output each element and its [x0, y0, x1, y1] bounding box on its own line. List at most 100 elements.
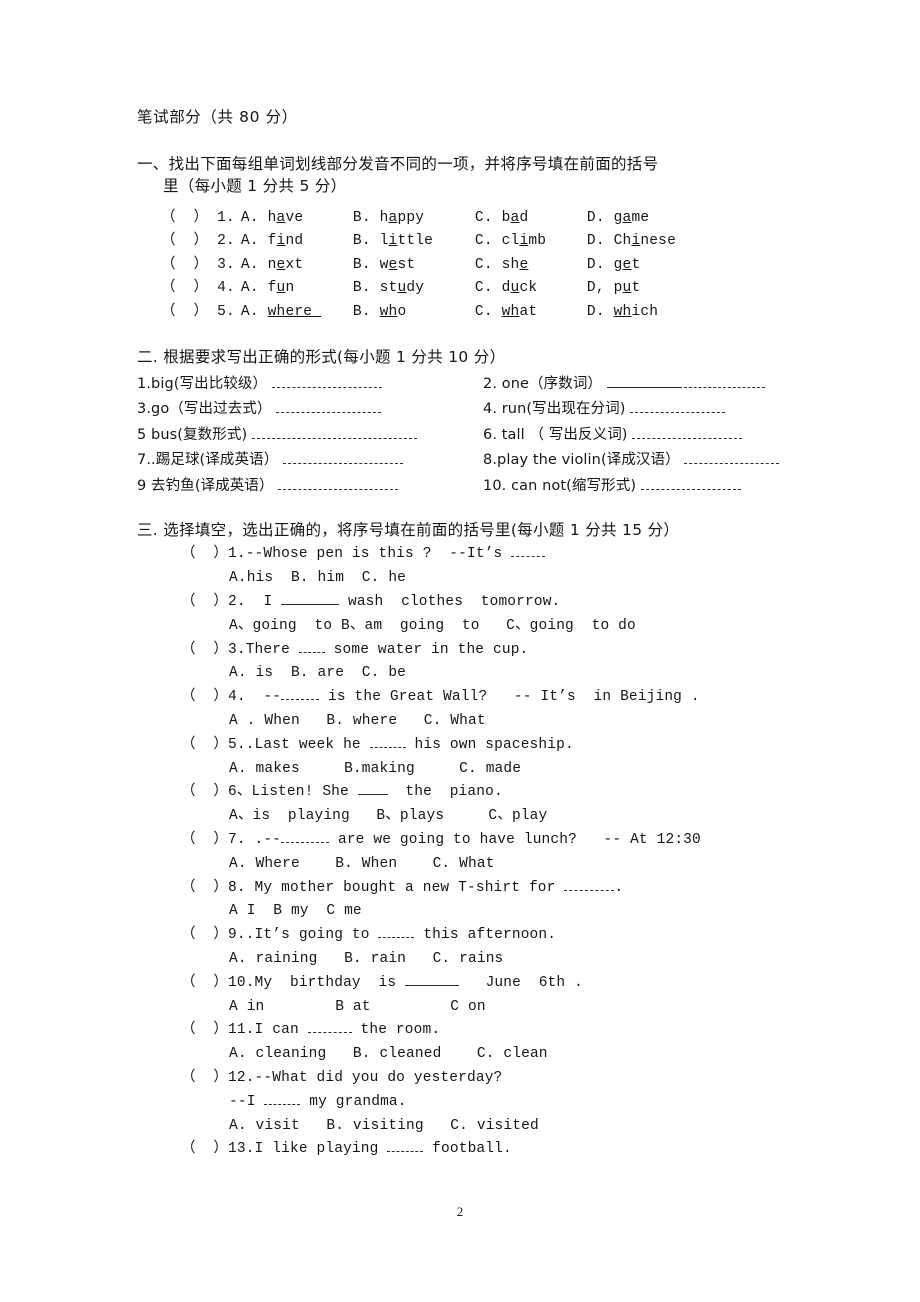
question-stem-tail: June 6th .: [459, 974, 583, 991]
question-row: （ ）6、Listen! She the piano.: [137, 781, 817, 805]
answer-bracket[interactable]: （ ）: [161, 280, 208, 296]
option-label: D.: [586, 256, 614, 273]
question-options[interactable]: A. Where B. When C. What: [137, 853, 817, 877]
pronunciation-option[interactable]: D. which: [587, 301, 687, 325]
answer-bracket[interactable]: （ ）: [161, 257, 208, 273]
option-label: D.: [586, 303, 614, 320]
option-label: A.: [240, 209, 268, 226]
form-item-right: 4. run(写出现在分词): [483, 401, 726, 418]
answer-blank[interactable]: [630, 402, 726, 413]
pronunciation-option[interactable]: B. west: [353, 254, 475, 278]
pronunciation-option[interactable]: D. get: [587, 254, 687, 278]
answer-blank[interactable]: [251, 427, 417, 439]
underlined-letters: wh: [613, 303, 632, 320]
pronunciation-option[interactable]: C. bad: [475, 207, 587, 231]
answer-bracket[interactable]: （ ）: [161, 233, 208, 249]
question-stem: （ ）13.I like playing: [181, 1141, 388, 1158]
answer-blank[interactable]: [511, 546, 546, 558]
section-three-heading: 三. 选择填空，选出正确的，将序号填在前面的括号里(每小题 1 分共 15 分）: [137, 521, 680, 539]
pronunciation-option[interactable]: B. study: [353, 277, 475, 301]
question-row: （ ）9..It’s going to this afternoon.: [137, 924, 817, 948]
answer-blank[interactable]: [264, 1093, 301, 1105]
answer-blank[interactable]: [298, 641, 325, 653]
pronunciation-option[interactable]: C. she: [475, 254, 587, 278]
answer-blank[interactable]: [632, 427, 743, 439]
question-row: （ ）11.I can the room.: [137, 1019, 817, 1043]
form-item-prompt: 5 bus(复数形式): [137, 426, 252, 443]
item-number: 3.: [208, 256, 235, 273]
answer-bracket[interactable]: （ ）: [161, 210, 208, 226]
question-options[interactable]: A I B my C me: [137, 900, 817, 924]
answer-blank[interactable]: [278, 478, 399, 490]
form-item-right: 6. tall （ 写出反义词): [483, 427, 743, 444]
answer-blank[interactable]: [405, 974, 460, 986]
answer-blank[interactable]: [606, 376, 679, 388]
form-item-prompt: 10. can not(缩写形式): [483, 477, 641, 494]
pronunciation-option[interactable]: C. what: [475, 301, 587, 325]
option-word: game: [613, 209, 650, 226]
answer-blank[interactable]: [369, 736, 406, 748]
pronunciation-option[interactable]: D. game: [587, 207, 687, 231]
form-item-prompt: 2. one（序数词）: [483, 375, 607, 392]
question-stem-tail: .: [614, 879, 624, 896]
question-options[interactable]: A. cleaning B. cleaned C. clean: [137, 1043, 817, 1067]
question-options[interactable]: A、going to B、am going to C、going to do: [137, 615, 817, 639]
question-stem-tail: football.: [423, 1141, 512, 1158]
pronunciation-option[interactable]: C. duck: [475, 277, 587, 301]
pronunciation-option[interactable]: D. Chinese: [587, 230, 687, 254]
form-item-prompt: 1.big(写出比较级）: [137, 375, 272, 392]
answer-bracket[interactable]: （ ）: [161, 304, 208, 320]
question-stem: （ ）1.--Whose pen is this ? --It’s: [181, 546, 512, 563]
question-options[interactable]: A. visit B. visiting C. visited: [137, 1115, 817, 1139]
answer-blank[interactable]: [684, 453, 780, 464]
form-item-prompt: 4. run(写出现在分词): [483, 401, 631, 417]
option-label: A.: [240, 280, 268, 297]
question-options[interactable]: A. is B. are C. be: [137, 662, 817, 686]
question-stem: （ ）7. .--: [181, 832, 282, 849]
pronunciation-option[interactable]: B. who: [353, 301, 475, 325]
question-options[interactable]: A in B at C on: [137, 996, 817, 1020]
question-options[interactable]: A、is playing B、plays C、play: [137, 805, 817, 829]
question-stem: （ ）8. My mother bought a new T-shirt for: [181, 879, 565, 896]
answer-blank[interactable]: [281, 689, 320, 701]
answer-blank[interactable]: [564, 879, 615, 891]
pronunciation-option[interactable]: B. little: [353, 230, 475, 254]
page-title: 笔试部分（共 80 分）: [137, 108, 298, 126]
item-number: 5.: [208, 303, 235, 320]
answer-blank[interactable]: [640, 478, 741, 490]
option-word: she: [501, 256, 529, 273]
answer-blank[interactable]: [283, 453, 404, 464]
answer-blank[interactable]: [281, 832, 330, 844]
answer-blank[interactable]: [357, 784, 388, 796]
answer-blank[interactable]: [378, 927, 415, 939]
section-two: 二. 根据要求写出正确的形式(每小题 1 分共 10 分） 1.big(写出比较…: [137, 346, 817, 499]
pronunciation-option[interactable]: A. next: [241, 254, 353, 278]
answer-blank[interactable]: [678, 376, 765, 388]
question-options[interactable]: A. makes B.making C. made: [137, 758, 817, 782]
question-row: （ ）8. My mother bought a new T-shirt for…: [137, 877, 817, 901]
option-label: B.: [352, 303, 380, 320]
pronunciation-option[interactable]: A. find: [241, 230, 353, 254]
pronunciation-option[interactable]: A. where: [241, 301, 353, 325]
option-word: put: [613, 280, 641, 297]
pronunciation-option[interactable]: B. happy: [353, 207, 475, 231]
pronunciation-option[interactable]: D, put: [587, 277, 687, 301]
option-label: D.: [586, 233, 614, 250]
pronunciation-option[interactable]: A. have: [241, 207, 353, 231]
question-stem-tail: his own spaceship.: [405, 736, 574, 753]
answer-blank[interactable]: [271, 376, 382, 388]
answer-blank[interactable]: [281, 594, 340, 606]
form-item-left: 9 去钓鱼(译成英语）: [137, 474, 483, 500]
option-word: next: [267, 256, 304, 273]
answer-blank[interactable]: [276, 402, 382, 413]
form-item-row: 9 去钓鱼(译成英语） 10. can not(缩写形式): [137, 474, 817, 500]
answer-blank[interactable]: [307, 1022, 352, 1034]
pronunciation-option[interactable]: C. climb: [475, 230, 587, 254]
form-item-row: 1.big(写出比较级） 2. one（序数词）: [137, 372, 817, 398]
question-options[interactable]: A. raining B. rain C. rains: [137, 948, 817, 972]
question-options[interactable]: A . When B. where C. What: [137, 710, 817, 734]
option-label: A.: [240, 256, 268, 273]
question-options[interactable]: A.his B. him C. he: [137, 567, 817, 591]
answer-blank[interactable]: [387, 1141, 424, 1153]
pronunciation-option[interactable]: A. fun: [241, 277, 353, 301]
